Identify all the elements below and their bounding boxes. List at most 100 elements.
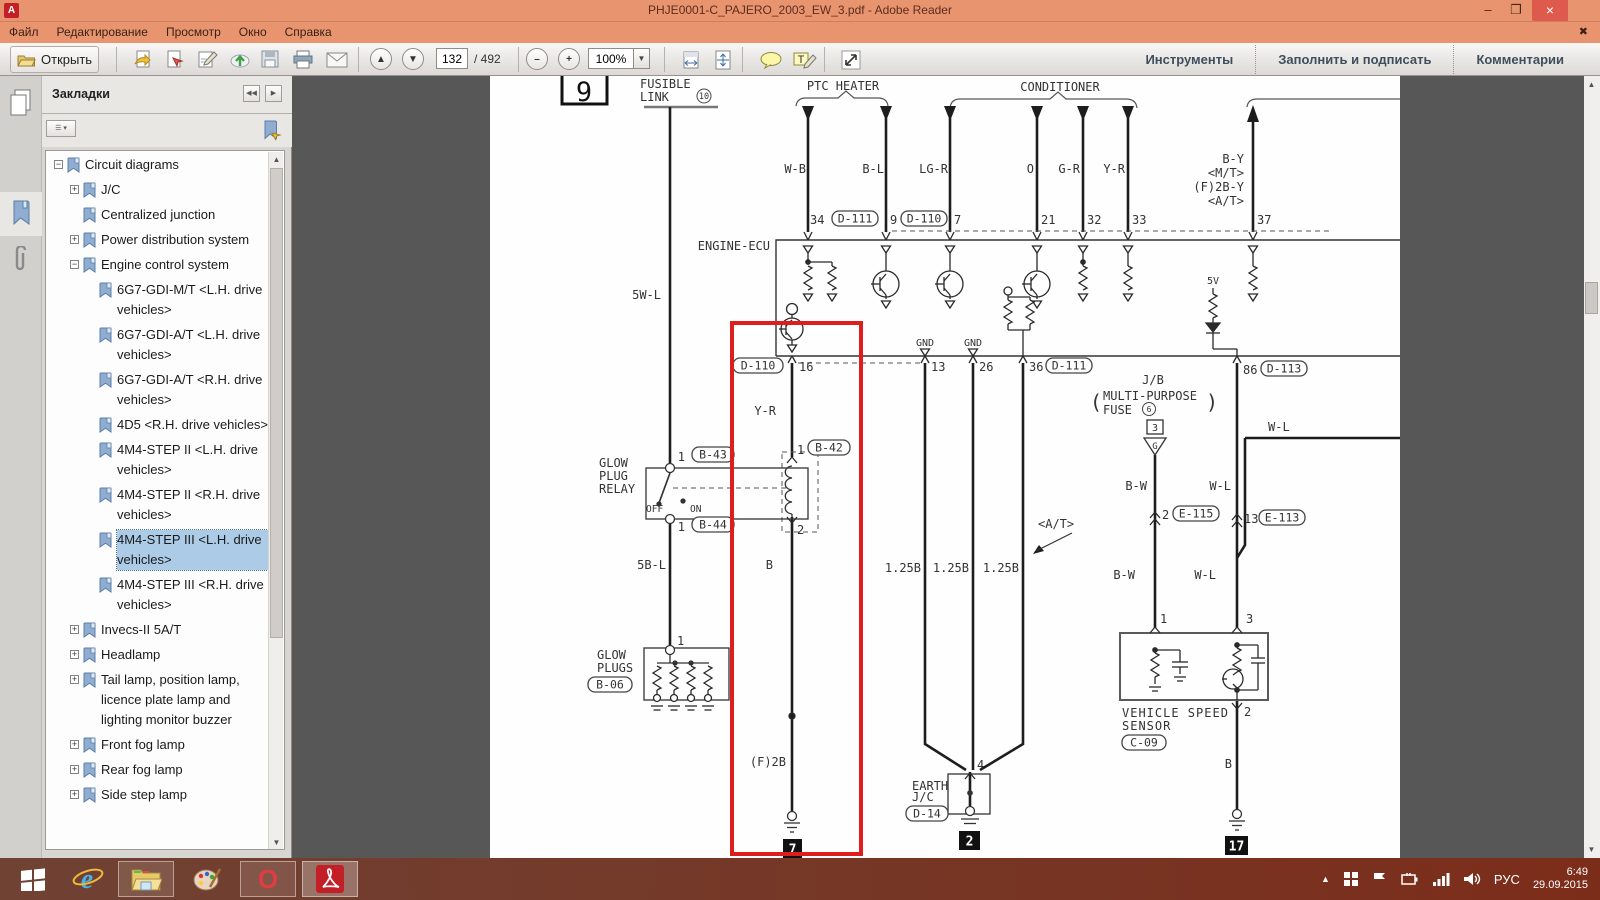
- bookmark-label[interactable]: 6G7-GDI-A/T <L.H. drive vehicles>: [117, 325, 268, 365]
- open-button[interactable]: Открыть: [10, 46, 100, 73]
- bookmark-label[interactable]: Engine control system: [101, 255, 268, 275]
- bookmark-item-10[interactable]: 4M4-STEP II <R.H. drive vehicles>: [46, 485, 268, 525]
- bookmark-item-5[interactable]: 6G7-GDI-M/T <L.H. drive vehicles>: [46, 280, 268, 320]
- menu-item-4[interactable]: Справка: [276, 22, 341, 42]
- bookmark-item-8[interactable]: 4D5 <R.H. drive vehicles>: [46, 415, 268, 435]
- bookmark-label[interactable]: Side step lamp: [101, 785, 268, 805]
- bookmark-item-13[interactable]: + Invecs-II 5A/T: [46, 620, 268, 640]
- tray-flag-icon[interactable]: [1372, 871, 1388, 887]
- sign-document-button[interactable]: [190, 46, 226, 73]
- expand-icon[interactable]: +: [70, 675, 79, 684]
- menu-item-3[interactable]: Окно: [230, 22, 276, 42]
- hide-menubar-icon[interactable]: ✖: [1579, 25, 1588, 38]
- expand-panel-icon[interactable]: ▶: [265, 85, 282, 102]
- fit-page-button[interactable]: [706, 46, 740, 73]
- doc-scroll-down-icon[interactable]: ▼: [1585, 843, 1598, 856]
- bookmark-label[interactable]: Power distribution system: [101, 230, 268, 250]
- bookmark-label[interactable]: 4M4-STEP II <R.H. drive vehicles>: [117, 485, 268, 525]
- start-button[interactable]: [10, 861, 56, 897]
- bookmarks-scroll-thumb[interactable]: [270, 168, 283, 638]
- bookmark-item-7[interactable]: 6G7-GDI-A/T <R.H. drive vehicles>: [46, 370, 268, 410]
- save-button[interactable]: [254, 46, 287, 73]
- attachments-paperclip-icon[interactable]: [11, 246, 33, 276]
- bookmark-item-9[interactable]: 4M4-STEP II <L.H. drive vehicles>: [46, 440, 268, 480]
- doc-scroll-up-icon[interactable]: ▲: [1585, 78, 1598, 91]
- pane-button-2[interactable]: Комментарии: [1453, 45, 1586, 74]
- bookmark-label[interactable]: Circuit diagrams: [85, 155, 268, 175]
- minimize-button[interactable]: –: [1474, 0, 1502, 21]
- bookmark-label[interactable]: Front fog lamp: [101, 735, 268, 755]
- new-bookmark-icon[interactable]: [262, 119, 284, 141]
- restore-button[interactable]: ❐: [1502, 0, 1530, 21]
- bookmark-item-14[interactable]: + Headlamp: [46, 645, 268, 665]
- tray-language-indicator[interactable]: РУС: [1494, 872, 1520, 887]
- bookmark-label[interactable]: Tail lamp, position lamp, licence plate …: [101, 670, 268, 730]
- bookmark-item-1[interactable]: + J/C: [46, 180, 268, 200]
- paint-button[interactable]: [180, 861, 234, 897]
- page-number-input[interactable]: 132: [436, 48, 468, 69]
- bookmark-label[interactable]: 6G7-GDI-M/T <L.H. drive vehicles>: [117, 280, 268, 320]
- expand-icon[interactable]: +: [70, 185, 79, 194]
- bookmark-item-0[interactable]: − Circuit diagrams: [46, 155, 268, 175]
- export-pdf-button[interactable]: [158, 46, 192, 73]
- scroll-up-icon[interactable]: ▲: [270, 153, 283, 166]
- bookmark-item-3[interactable]: + Power distribution system: [46, 230, 268, 250]
- expand-icon[interactable]: +: [70, 740, 79, 749]
- pane-button-0[interactable]: Инструменты: [1123, 45, 1255, 74]
- comment-button[interactable]: [752, 46, 790, 73]
- share-file-button[interactable]: [126, 46, 160, 73]
- bookmark-label[interactable]: 4M4-STEP III <R.H. drive vehicles>: [117, 575, 268, 615]
- zoom-level-input[interactable]: 100%: [588, 48, 634, 69]
- bookmark-label[interactable]: 4D5 <R.H. drive vehicles>: [117, 415, 268, 435]
- collapse-icon[interactable]: −: [54, 160, 63, 169]
- bookmark-label[interactable]: Headlamp: [101, 645, 268, 665]
- menu-item-0[interactable]: Файл: [0, 22, 48, 42]
- bookmark-item-16[interactable]: + Front fog lamp: [46, 735, 268, 755]
- expand-icon[interactable]: +: [70, 650, 79, 659]
- previous-page-button[interactable]: ▲: [370, 48, 392, 70]
- bookmark-item-6[interactable]: 6G7-GDI-A/T <L.H. drive vehicles>: [46, 325, 268, 365]
- bookmark-options-icon[interactable]: ☰ ▾: [46, 120, 76, 137]
- email-button[interactable]: [319, 46, 355, 73]
- bookmark-label[interactable]: Rear fog lamp: [101, 760, 268, 780]
- fit-width-button[interactable]: [674, 46, 708, 73]
- opera-button[interactable]: O: [240, 861, 296, 897]
- zoom-in-button[interactable]: +: [558, 48, 580, 70]
- bookmarks-panel-icon[interactable]: [12, 200, 32, 226]
- bookmark-label[interactable]: 4M4-STEP III <L.H. drive vehicles>: [116, 529, 269, 571]
- bookmark-item-4[interactable]: − Engine control system: [46, 255, 268, 275]
- add-text-comment-button[interactable]: T: [786, 46, 824, 73]
- tray-battery-icon[interactable]: [1401, 871, 1419, 887]
- bookmark-label[interactable]: Centralized junction: [101, 205, 268, 225]
- collapse-icon[interactable]: −: [70, 260, 79, 269]
- pane-button-1[interactable]: Заполнить и подписать: [1255, 45, 1453, 74]
- expand-icon[interactable]: +: [70, 625, 79, 634]
- upload-cloud-button[interactable]: [222, 46, 258, 73]
- bookmark-item-18[interactable]: + Side step lamp: [46, 785, 268, 805]
- tray-network-signal-icon[interactable]: [1432, 872, 1450, 887]
- bookmark-label[interactable]: 6G7-GDI-A/T <R.H. drive vehicles>: [117, 370, 268, 410]
- bookmark-label[interactable]: J/C: [101, 180, 268, 200]
- expand-icon[interactable]: +: [70, 765, 79, 774]
- full-screen-button[interactable]: [834, 46, 868, 73]
- scroll-down-icon[interactable]: ▼: [270, 836, 283, 849]
- tray-volume-icon[interactable]: [1463, 871, 1481, 887]
- file-explorer-button[interactable]: [118, 861, 174, 897]
- tray-action-center-icon[interactable]: [1343, 871, 1359, 887]
- menu-item-1[interactable]: Редактирование: [48, 22, 157, 42]
- collapse-panel-icon[interactable]: ◀◀: [243, 85, 260, 102]
- print-button[interactable]: [286, 46, 321, 73]
- zoom-out-button[interactable]: –: [526, 48, 548, 70]
- tray-clock[interactable]: 6:49 29.09.2015: [1533, 866, 1592, 892]
- bookmark-label[interactable]: Invecs-II 5A/T: [101, 620, 268, 640]
- close-button[interactable]: ×: [1532, 0, 1568, 21]
- bookmarks-scrollbar[interactable]: ▲ ▼: [268, 152, 283, 849]
- zoom-dropdown-arrow[interactable]: ▼: [634, 48, 650, 69]
- next-page-button[interactable]: ▼: [402, 48, 424, 70]
- bookmark-item-12[interactable]: 4M4-STEP III <R.H. drive vehicles>: [46, 575, 268, 615]
- document-scrollbar[interactable]: ▲ ▼: [1584, 76, 1600, 858]
- adobe-reader-taskbar-button[interactable]: [302, 861, 358, 897]
- tray-show-hidden-icon[interactable]: ▲: [1321, 874, 1330, 884]
- bookmark-item-2[interactable]: Centralized junction: [46, 205, 268, 225]
- bookmark-label[interactable]: 4M4-STEP II <L.H. drive vehicles>: [117, 440, 268, 480]
